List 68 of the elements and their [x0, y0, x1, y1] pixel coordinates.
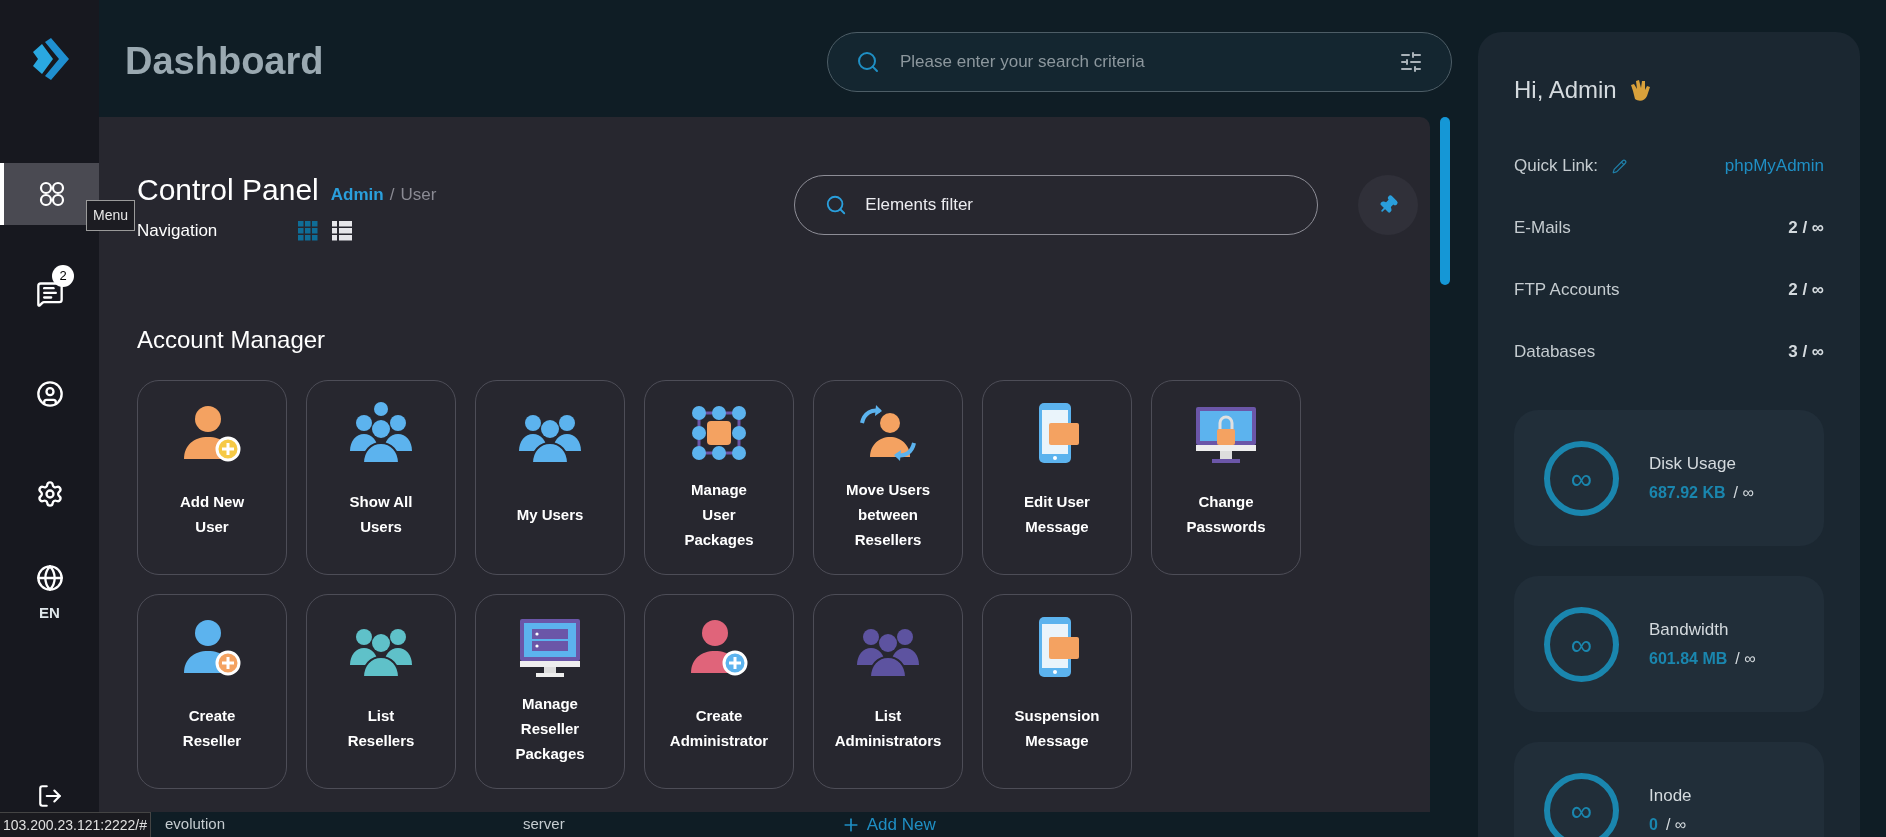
usage-label: Disk Usage [1649, 453, 1737, 476]
grid-view-button[interactable] [297, 219, 319, 242]
language-label: EN [39, 602, 60, 623]
usage-ring: ∞ [1544, 772, 1619, 837]
tool-card[interactable]: Manage Reseller Packages [475, 593, 625, 789]
logo-icon[interactable] [30, 38, 69, 80]
tool-card[interactable]: My Users [475, 379, 625, 575]
usage-label: Bandwidth [1649, 619, 1730, 642]
sidebar-item[interactable]: 2 [0, 263, 99, 325]
tool-card[interactable]: Show All Users [306, 379, 456, 575]
limit-value: 2 / ∞ [1788, 279, 1824, 302]
limit-label: E-Mails [1514, 217, 1571, 240]
add-new-button[interactable]: Add New [840, 811, 936, 837]
usage-limit: / ∞ [1665, 814, 1687, 835]
breadcrumb-separator: / [389, 184, 395, 206]
menu-icon [37, 180, 66, 208]
search-icon [825, 194, 848, 216]
tool-card[interactable]: List Resellers [306, 593, 456, 789]
language-icon [35, 563, 64, 592]
list-view-button[interactable] [331, 219, 353, 242]
tool-card[interactable]: Manage User Packages [644, 379, 794, 575]
tool-card[interactable]: Suspension Message [982, 593, 1132, 789]
edit-icon[interactable] [1612, 158, 1628, 174]
table-cell-text: server [523, 814, 565, 835]
search-icon [856, 49, 880, 74]
section-heading: Account Manager [137, 324, 327, 355]
status-url: 103.200.23.121:2222/# [0, 812, 152, 837]
page-title: Dashboard [125, 39, 324, 84]
usage-value: 0 [1649, 814, 1658, 835]
usage-ring: ∞ [1544, 440, 1619, 516]
tool-card[interactable]: Create Reseller [137, 593, 287, 789]
tool-card[interactable]: Add New User [137, 379, 287, 575]
limit-value: 2 / ∞ [1788, 217, 1824, 240]
notification-badge: 2 [52, 265, 74, 287]
tool-card[interactable]: Move Users between Resellers [813, 379, 963, 575]
usage-limit: / ∞ [1735, 648, 1756, 669]
scrollbar-thumb[interactable] [1440, 117, 1450, 285]
usage-ring: ∞ [1544, 606, 1619, 682]
usage-value: 601.84 MB [1649, 648, 1728, 669]
search-field[interactable]: Please enter your search criteria [827, 31, 1452, 92]
sidebar-item[interactable]: EN [0, 563, 99, 625]
tool-card[interactable]: Edit User Message [982, 379, 1132, 575]
breadcrumb-link[interactable]: Admin [330, 182, 384, 208]
people-group-icon [349, 400, 413, 465]
greeting: Hi, Admin [1514, 75, 1617, 105]
tool-card[interactable]: Create Administrator [644, 593, 794, 789]
filter-settings-icon[interactable] [1399, 49, 1423, 74]
filter-input[interactable]: Elements filter [865, 192, 1288, 218]
settings-icon [35, 480, 64, 508]
usage-limit: / ∞ [1733, 482, 1754, 503]
limit-label: FTP Accounts [1514, 279, 1620, 302]
usage-label: Inode [1649, 785, 1692, 808]
breadcrumb-current: User [400, 184, 437, 206]
table-cell-text: evolution [165, 814, 227, 835]
quick-link[interactable]: phpMyAdmin [1724, 153, 1824, 179]
tooltip: Menu [86, 200, 136, 231]
messages-icon [35, 280, 64, 308]
navigation-label: Navigation [137, 220, 219, 242]
profile-icon [35, 380, 64, 408]
tool-card[interactable]: Change Passwords [1151, 379, 1301, 575]
limit-label: Databases [1514, 341, 1596, 364]
search-input[interactable]: Please enter your search criteria [900, 48, 1379, 75]
logout-icon[interactable] [36, 783, 63, 809]
tool-card[interactable]: List Administrators [813, 593, 963, 789]
limit-value: 3 / ∞ [1788, 341, 1824, 364]
quick-link-label: Quick Link: [1514, 155, 1599, 178]
panel-title: Control Panel [137, 172, 319, 208]
usage-value: 687.92 KB [1649, 482, 1726, 503]
